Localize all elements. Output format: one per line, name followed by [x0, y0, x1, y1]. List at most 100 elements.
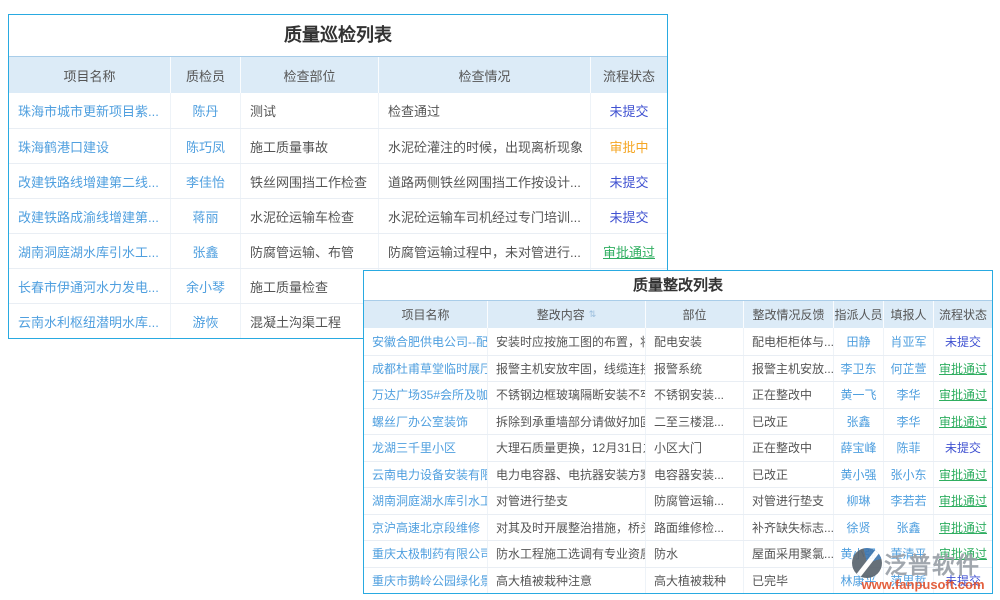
- project-link[interactable]: 珠海市城市更新项目紫...: [9, 93, 171, 128]
- person-link[interactable]: 陈丹: [171, 93, 241, 128]
- person-link[interactable]: 黄一飞: [834, 382, 884, 408]
- person-link[interactable]: 张小东: [884, 462, 934, 488]
- project-link[interactable]: 改建铁路线增建第二线...: [9, 164, 171, 198]
- project-link[interactable]: 万达广场35#会所及咖啡厅空...: [364, 382, 488, 408]
- watermark-brand: 泛普软件: [884, 546, 980, 580]
- project-link[interactable]: 螺丝厂办公室装饰: [364, 409, 488, 435]
- cell-content: 不锈钢边框玻璃隔断安装不牢...: [488, 382, 646, 408]
- status-badge[interactable]: 审批通过: [934, 488, 992, 514]
- cell-part: 混凝土沟渠工程: [241, 304, 379, 338]
- person-link[interactable]: 游恢: [171, 304, 241, 338]
- cell-part: 防腐管运输...: [646, 488, 744, 514]
- cell-feedback: 配电柜柜体与...: [744, 328, 834, 355]
- person-link[interactable]: 张鑫: [171, 234, 241, 268]
- cell-feedback: 已改正: [744, 409, 834, 435]
- column-header-0: 项目名称: [364, 301, 488, 328]
- person-link[interactable]: 何芷萱: [884, 356, 934, 382]
- person-link[interactable]: 田静: [834, 328, 884, 355]
- table-row: 万达广场35#会所及咖啡厅空...不锈钢边框玻璃隔断安装不牢...不锈钢安装..…: [364, 381, 992, 408]
- project-link[interactable]: 安徽合肥供电公司--配电设备...: [364, 328, 488, 355]
- cell-part: 水泥砼运输车检查: [241, 199, 379, 233]
- cell-part: 小区大门: [646, 435, 744, 461]
- person-link[interactable]: 李若若: [884, 488, 934, 514]
- project-link[interactable]: 重庆市鹅岭公园绿化景观提升...: [364, 568, 488, 594]
- person-link[interactable]: 李卫东: [834, 356, 884, 382]
- project-link[interactable]: 长春市伊通河水力发电...: [9, 269, 171, 303]
- column-header-label: 流程状态: [939, 306, 987, 323]
- table-row: 湖南洞庭湖水库引水工程施工标对管进行垫支防腐管运输...对管进行垫支柳琳李若若审…: [364, 487, 992, 514]
- project-link[interactable]: 龙湖三千里小区: [364, 435, 488, 461]
- cell-part: 施工质量事故: [241, 129, 379, 163]
- project-link[interactable]: 重庆太极制药有限公司亳州中...: [364, 541, 488, 567]
- person-link[interactable]: 黄小强: [834, 462, 884, 488]
- status-badge[interactable]: 审批中: [591, 129, 667, 163]
- cell-part: 报警系统: [646, 356, 744, 382]
- person-link[interactable]: 余小琴: [171, 269, 241, 303]
- column-header-4: 指派人员: [834, 301, 884, 328]
- person-link[interactable]: 蒋丽: [171, 199, 241, 233]
- cell-part: 防腐管运输、布管: [241, 234, 379, 268]
- column-header-4: 流程状态: [591, 57, 667, 93]
- status-badge[interactable]: 审批通过: [934, 515, 992, 541]
- column-header-label: 检查情况: [458, 66, 510, 85]
- person-link[interactable]: 张鑫: [884, 515, 934, 541]
- person-link[interactable]: 薛宝峰: [834, 435, 884, 461]
- person-link[interactable]: 张鑫: [834, 409, 884, 435]
- cell-part: 施工质量检查: [241, 269, 379, 303]
- status-badge[interactable]: 审批通过: [934, 382, 992, 408]
- table-row: 珠海鹤港口建设陈巧凤施工质量事故水泥砼灌注的时候，出现离析现象审批中: [9, 128, 667, 163]
- table-row: 京沪高速北京段维修对其及时开展整治措施，桥头...路面维修检...补齐缺失标志.…: [364, 514, 992, 541]
- status-badge[interactable]: 未提交: [591, 164, 667, 198]
- status-badge[interactable]: 审批通过: [934, 356, 992, 382]
- person-link[interactable]: 徐贤: [834, 515, 884, 541]
- column-header-1[interactable]: 整改内容 ⇅: [488, 301, 646, 328]
- column-header-label: 项目名称: [401, 306, 449, 323]
- status-badge[interactable]: 未提交: [934, 328, 992, 355]
- column-header-2: 检查部位: [241, 57, 379, 93]
- cell-feedback: 已完毕: [744, 568, 834, 594]
- column-header-label: 整改内容: [537, 306, 585, 323]
- cell-situation: 道路两侧铁丝网围挡工作按设计...: [379, 164, 591, 198]
- project-link[interactable]: 云南电力设备安装有限公司20...: [364, 462, 488, 488]
- person-link[interactable]: 陈菲: [884, 435, 934, 461]
- cell-part: 铁丝网围挡工作检查: [241, 164, 379, 198]
- inspection-table-header: 项目名称质检员检查部位检查情况流程状态: [9, 57, 667, 93]
- column-header-6: 流程状态: [934, 301, 992, 328]
- column-header-3: 检查情况: [379, 57, 591, 93]
- column-header-1: 质检员: [171, 57, 241, 93]
- project-link[interactable]: 珠海鹤港口建设: [9, 129, 171, 163]
- person-link[interactable]: 柳琳: [834, 488, 884, 514]
- project-link[interactable]: 湖南洞庭湖水库引水工程施工标: [364, 488, 488, 514]
- cell-situation: 检查通过: [379, 93, 591, 128]
- status-badge[interactable]: 审批通过: [934, 462, 992, 488]
- person-link[interactable]: 李华: [884, 409, 934, 435]
- cell-feedback: 对管进行垫支: [744, 488, 834, 514]
- person-link[interactable]: 陈巧凤: [171, 129, 241, 163]
- column-header-label: 流程状态: [603, 66, 655, 85]
- status-badge[interactable]: 未提交: [591, 199, 667, 233]
- cell-part: 高大植被栽种: [646, 568, 744, 594]
- status-badge[interactable]: 审批通过: [934, 409, 992, 435]
- table-row: 龙湖三千里小区大理石质量更换，12月31日之...小区大门正在整改中薛宝峰陈菲未…: [364, 434, 992, 461]
- cell-content: 安装时应按施工图的布置，将...: [488, 328, 646, 355]
- project-link[interactable]: 改建铁路成渝线增建第...: [9, 199, 171, 233]
- sort-icon[interactable]: ⇅: [589, 310, 597, 319]
- column-header-label: 部位: [682, 306, 706, 323]
- column-header-label: 指派人员: [835, 306, 883, 323]
- project-link[interactable]: 京沪高速北京段维修: [364, 515, 488, 541]
- person-link[interactable]: 李佳怡: [171, 164, 241, 198]
- project-link[interactable]: 湖南洞庭湖水库引水工...: [9, 234, 171, 268]
- person-link[interactable]: 肖亚军: [884, 328, 934, 355]
- column-header-label: 质检员: [186, 66, 225, 85]
- person-link[interactable]: 李华: [884, 382, 934, 408]
- column-header-label: 填报人: [891, 306, 927, 323]
- project-link[interactable]: 云南水利枢纽潜明水库...: [9, 304, 171, 338]
- table-row: 螺丝厂办公室装饰拆除到承重墙部分请做好加固...二至三楼混...已改正张鑫李华审…: [364, 408, 992, 435]
- cell-content: 防水工程施工选调有专业资质...: [488, 541, 646, 567]
- status-badge[interactable]: 审批通过: [591, 234, 667, 268]
- status-badge[interactable]: 未提交: [934, 435, 992, 461]
- column-header-2: 部位: [646, 301, 744, 328]
- fanpu-logo-icon: [852, 548, 882, 578]
- project-link[interactable]: 成都杜甫草堂临时展厅独立展...: [364, 356, 488, 382]
- status-badge[interactable]: 未提交: [591, 93, 667, 128]
